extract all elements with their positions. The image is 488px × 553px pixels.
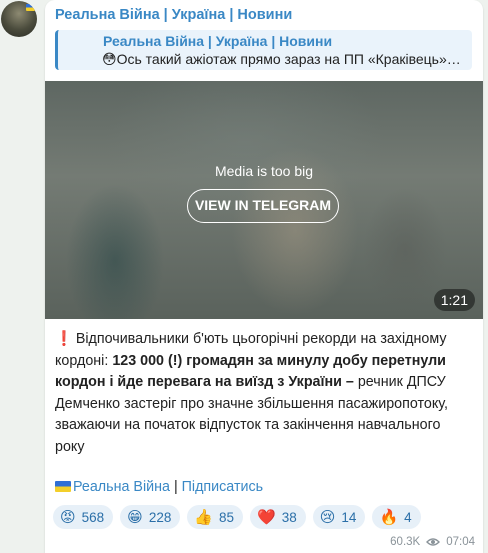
message-text: ❗ Відпочивальники б'ють цьогорічні рекорд… bbox=[55, 329, 473, 458]
reaction-thumbs-up[interactable]: 👍 85 bbox=[187, 505, 244, 529]
view-in-telegram-button[interactable]: VIEW IN TELEGRAM bbox=[187, 189, 339, 223]
reaction-heart[interactable]: ❤️ 38 bbox=[250, 505, 306, 529]
media-too-big-message: Media is too big bbox=[214, 163, 314, 179]
reply-text: 😳Ось такий ажіотаж прямо зараз на ПП «Кр… bbox=[102, 51, 461, 67]
channel-avatar[interactable] bbox=[1, 1, 37, 37]
grinning-face-icon: 😁 bbox=[127, 508, 143, 526]
ukraine-flag-icon bbox=[26, 4, 35, 11]
message-time: 07:04 bbox=[446, 536, 475, 548]
message-bubble: Реальна Війна | Україна | Новини Реальна… bbox=[45, 0, 483, 553]
channel-name[interactable]: Реальна Війна | Україна | Новини bbox=[55, 7, 292, 23]
crying-face-icon: 😢 bbox=[319, 508, 336, 526]
footer-separator: | bbox=[169, 479, 182, 495]
reaction-count: 568 bbox=[81, 509, 105, 525]
fire-icon: 🔥 bbox=[379, 508, 399, 526]
reaction-count: 4 bbox=[404, 509, 412, 525]
exclamation-icon: ❗ bbox=[55, 331, 73, 347]
ukraine-flag-icon bbox=[55, 481, 71, 492]
eye-icon bbox=[426, 538, 441, 546]
reaction-angry[interactable]: 😡 568 bbox=[53, 505, 114, 529]
reply-quote[interactable]: Реальна Війна | Україна | Новини 😳Ось та… bbox=[55, 30, 472, 70]
reaction-count: 85 bbox=[219, 509, 235, 525]
video-preview[interactable]: Media is too big VIEW IN TELEGRAM 1:21 bbox=[45, 81, 483, 319]
channel-link[interactable]: Реальна Війна bbox=[73, 479, 170, 495]
reactions-bar: 😡 568 😁 228 👍 85 ❤️ 38 😢 14 🔥 4 bbox=[53, 505, 421, 529]
angry-face-icon: 😡 bbox=[60, 508, 76, 526]
reply-author: Реальна Війна | Україна | Новини bbox=[103, 33, 333, 49]
reaction-count: 14 bbox=[341, 509, 357, 525]
subscribe-link[interactable]: Підписатись bbox=[182, 479, 263, 495]
reaction-cry[interactable]: 😢 14 bbox=[312, 505, 366, 529]
video-duration: 1:21 bbox=[433, 289, 475, 311]
reaction-count: 228 bbox=[148, 509, 172, 525]
reaction-count: 38 bbox=[281, 509, 297, 525]
reaction-grin[interactable]: 😁 228 bbox=[120, 505, 181, 529]
reaction-fire[interactable]: 🔥 4 bbox=[372, 505, 421, 529]
channel-footer: Реальна Війна | Підписатись bbox=[55, 478, 263, 496]
thumbs-up-icon: 👍 bbox=[194, 508, 214, 526]
heart-icon: ❤️ bbox=[257, 508, 276, 526]
view-count: 60.3K bbox=[390, 536, 421, 548]
message-meta: 60.3K 07:04 bbox=[390, 536, 475, 548]
